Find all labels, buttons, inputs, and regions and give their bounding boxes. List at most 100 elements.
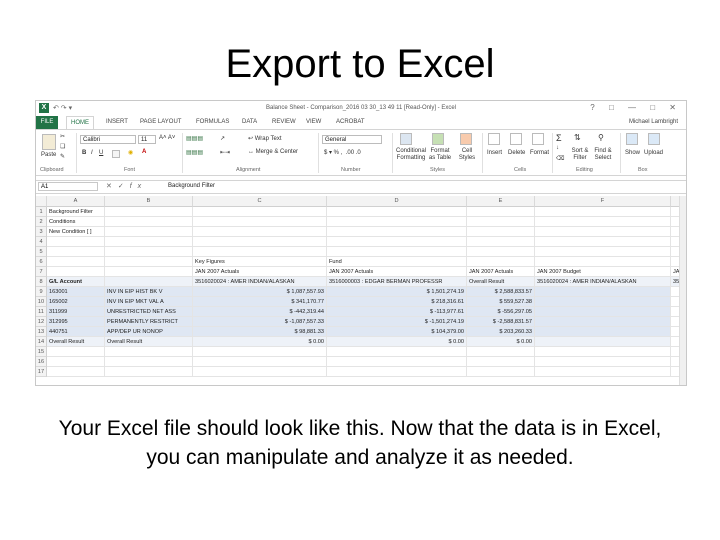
row-header[interactable]: 12 [36,317,47,327]
cell-d[interactable]: $ 0.00 [327,337,467,347]
cell-e[interactable]: $ 203,260.33 [467,327,535,337]
format-painter-icon[interactable]: ✎ [60,153,65,160]
cell-e[interactable]: $ 2,588,833.57 [467,287,535,297]
insert-cells-icon[interactable] [488,133,500,145]
delete-cells-button[interactable]: Delete [508,150,525,156]
cell-c[interactable] [193,227,327,237]
cell-a[interactable]: 165002 [47,297,105,307]
cell-c[interactable]: JAN 2007 Actuals [193,267,327,277]
row-header[interactable]: 6 [36,257,47,267]
name-box[interactable]: A1 [38,182,98,191]
tab-file[interactable]: FILE [36,116,58,129]
cell-d[interactable]: JAN 2007 Actuals [327,267,467,277]
copy-icon[interactable]: ❏ [60,143,65,150]
cell-e[interactable] [467,207,535,217]
cut-icon[interactable]: ✂ [60,133,65,140]
cell-f[interactable] [535,217,671,227]
row-header[interactable]: 16 [36,357,47,367]
cell-a[interactable]: Background Filter [47,207,105,217]
cell-d[interactable]: $ 1,501,274.19 [327,287,467,297]
cell-e[interactable] [467,367,535,377]
cell-c[interactable] [193,207,327,217]
cell-f[interactable] [535,237,671,247]
box-upload-button[interactable]: Upload [644,150,663,156]
cell-a[interactable] [47,237,105,247]
cell-d[interactable]: Fund [327,257,467,267]
number-format-buttons[interactable]: $ ▾ % , .00 .0 [324,149,361,156]
font-size-select[interactable]: 11 [138,135,156,144]
cell-e[interactable]: $ 559,527.38 [467,297,535,307]
cell-a[interactable]: Overall Result [47,337,105,347]
wrap-text-button[interactable]: ↩ Wrap Text [248,135,282,142]
font-name-select[interactable]: Calibri [80,135,136,144]
cell-b[interactable]: INV IN EIP HIST BK V [105,287,193,297]
column-header-e[interactable]: E [467,196,535,207]
format-as-table-button[interactable]: Format as Table [428,148,452,162]
box-show-button[interactable]: Show [625,150,640,156]
cell-a[interactable]: 440751 [47,327,105,337]
row-header[interactable]: 1 [36,207,47,217]
formula-input[interactable]: Background Filter [168,183,215,189]
row-header[interactable]: 11 [36,307,47,317]
cell-b[interactable]: PERMANENTLY RESTRICT [105,317,193,327]
row-header[interactable]: 2 [36,217,47,227]
cell-c[interactable]: 3516020024 : AMER INDIAN/ALASKAN [193,277,327,287]
cell-b[interactable] [105,247,193,257]
conditional-formatting-button[interactable]: Conditional Formatting [396,148,426,162]
cell-e[interactable] [467,357,535,367]
align-left-icon[interactable]: ▤▤▤ [186,149,203,156]
row-header[interactable]: 15 [36,347,47,357]
cell-e[interactable]: $ 0.00 [467,337,535,347]
formula-bar-icons[interactable]: ✕✓fx [106,182,147,190]
cell-f[interactable] [535,337,671,347]
cell-f[interactable]: 3516020024 : AMER INDIAN/ALASKAN [535,277,671,287]
cell-a[interactable] [47,367,105,377]
cell-d[interactable] [327,347,467,357]
row-header[interactable]: 3 [36,227,47,237]
cell-d[interactable] [327,217,467,227]
cell-styles-button[interactable]: Cell Styles [458,148,476,162]
cell-c[interactable] [193,367,327,377]
cell-c[interactable]: $ -1,087,557.33 [193,317,327,327]
font-color-icon[interactable]: A [142,149,146,155]
cell-d[interactable]: $ -113,977.61 [327,307,467,317]
tab-review[interactable]: REVIEW [272,119,296,125]
cell-f[interactable] [535,287,671,297]
cell-c[interactable] [193,357,327,367]
cell-c[interactable]: $ 0.00 [193,337,327,347]
cell-a[interactable]: 312995 [47,317,105,327]
cell-b[interactable]: APP/DEP UR NONOP [105,327,193,337]
indent-icon[interactable]: ⇤⇥ [220,149,230,156]
cell-a[interactable]: 311999 [47,307,105,317]
cell-a[interactable]: G/L Account [47,277,105,287]
cell-b[interactable] [105,367,193,377]
cell-e[interactable] [467,237,535,247]
cell-e[interactable] [467,257,535,267]
cell-c[interactable] [193,247,327,257]
tab-home[interactable]: HOME [66,116,94,130]
cell-a[interactable]: 163001 [47,287,105,297]
cell-a[interactable]: New Condition [ ] [47,227,105,237]
bold-button[interactable]: B [82,150,86,156]
column-header-f[interactable]: F [535,196,671,207]
find-select-icon[interactable]: ⚲ [598,133,604,142]
cell-styles-icon[interactable] [460,133,472,145]
row-header[interactable]: 9 [36,287,47,297]
cell-a[interactable] [47,357,105,367]
cell-c[interactable]: Key Figures [193,257,327,267]
cell-f[interactable] [535,227,671,237]
cell-d[interactable] [327,227,467,237]
cell-b[interactable]: Overall Result [105,337,193,347]
cell-e[interactable]: $ -556,297.05 [467,307,535,317]
cell-d[interactable]: $ 218,316.61 [327,297,467,307]
cell-b[interactable] [105,277,193,287]
window-controls[interactable]: ? □ — □ ✕ [590,103,682,112]
find-select-button[interactable]: Find & Select [593,148,613,162]
cell-e[interactable] [467,217,535,227]
row-header[interactable]: 13 [36,327,47,337]
align-top-icon[interactable]: ▤▤▤ [186,135,203,142]
cell-d[interactable] [327,207,467,217]
cell-e[interactable]: $ -2,588,831.57 [467,317,535,327]
cell-a[interactable] [47,267,105,277]
column-header-d[interactable]: D [327,196,467,207]
